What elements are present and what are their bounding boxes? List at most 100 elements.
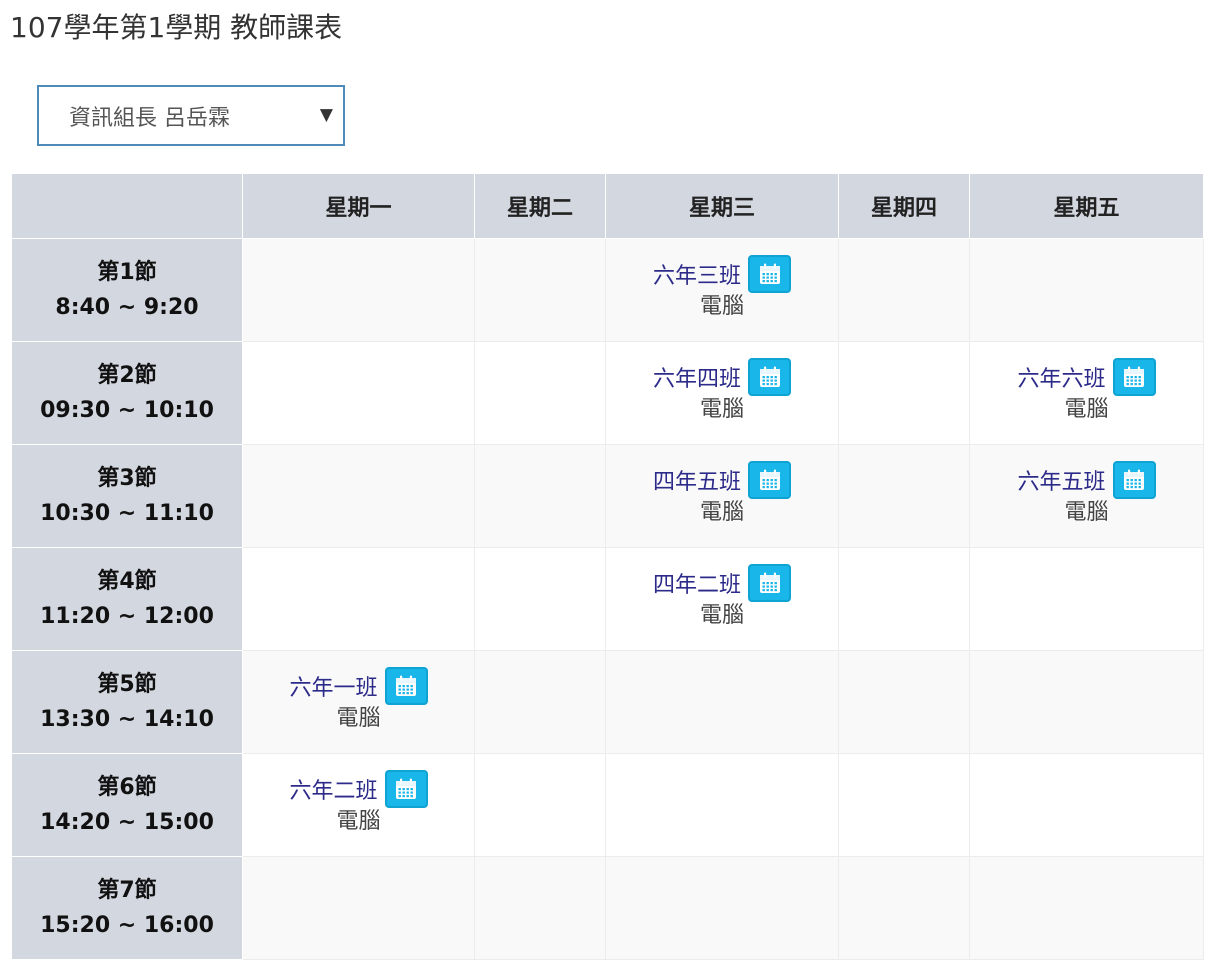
schedule-cell: 六年五班電腦 [969,444,1204,548]
schedule-cell: 六年一班電腦 [242,650,475,754]
schedule-cell: 四年五班電腦 [605,444,839,548]
schedule-cell [838,341,970,445]
schedule-cell [838,547,970,651]
calendar-icon[interactable] [748,461,791,499]
period-name: 第7節 [97,878,157,903]
page-title: 107學年第1學期 教師課表 [10,11,343,44]
class-link[interactable]: 六年五班 [1017,464,1105,496]
schedule-cell [838,856,970,960]
period-time: 10:30 ~ 11:10 [40,501,214,526]
period-label: 第2節 09:30 ~ 10:10 [11,341,243,445]
schedule-cell [242,547,475,651]
period-time: 11:20 ~ 12:00 [40,604,214,629]
subject-label: 電腦 [699,397,744,422]
period-name: 第1節 [97,260,157,285]
class-link[interactable]: 四年五班 [653,464,741,496]
schedule-cell: 六年三班 電腦 [605,238,839,342]
schedule-cell [838,238,970,342]
period-label: 第7節 15:20 ~ 16:00 [11,856,243,960]
period-label: 第3節 10:30 ~ 11:10 [11,444,243,548]
schedule-cell [474,341,606,445]
schedule-cell [474,444,606,548]
header-day: 星期三 [605,173,839,239]
period-time: 8:40 ~ 9:20 [55,295,199,320]
schedule-cell [838,753,970,857]
subject-label: 電腦 [699,603,744,628]
schedule-cell: 六年二班電腦 [242,753,475,857]
subject-label: 電腦 [336,706,381,731]
schedule-cell [474,650,606,754]
chevron-down-icon: ▼ [319,105,333,125]
subject-label: 電腦 [1064,397,1109,422]
class-link[interactable]: 六年四班 [653,361,741,393]
schedule-cell: 六年四班電腦 [605,341,839,445]
class-link[interactable]: 六年二班 [289,773,377,805]
period-time: 14:20 ~ 15:00 [40,810,214,835]
calendar-icon[interactable] [384,770,428,808]
calendar-icon[interactable] [748,255,791,293]
class-entry: 四年二班電腦 [653,564,791,630]
teacher-select[interactable]: 資訊組長 呂岳霖 ▼ [37,85,345,146]
period-time: 15:20 ~ 16:00 [40,913,214,938]
schedule-table: 星期一 星期二 星期三 星期四 星期五 第1節 8:40 ~ 9:20 六年三班 電腦… [11,173,1204,960]
schedule-header-row: 星期一 星期二 星期三 星期四 星期五 [11,173,1204,239]
calendar-icon[interactable] [1112,461,1156,499]
class-link[interactable]: 六年一班 [289,670,377,702]
class-entry: 六年三班 電腦 [653,255,791,321]
subject-label: 電腦 [1064,500,1109,525]
schedule-cell [838,650,970,754]
calendar-icon[interactable] [384,667,428,705]
schedule-cell [838,444,970,548]
period-time: 09:30 ~ 10:10 [40,398,214,423]
period-name: 第6節 [97,775,157,800]
header-day: 星期五 [969,173,1204,239]
schedule-cell [969,547,1204,651]
class-link[interactable]: 六年六班 [1017,361,1105,393]
class-link[interactable]: 六年三班 [653,258,741,290]
calendar-icon[interactable] [748,564,791,602]
header-day: 星期二 [474,173,606,239]
schedule-cell [474,753,606,857]
schedule-cell [969,238,1204,342]
class-link[interactable]: 四年二班 [653,567,741,599]
class-entry: 六年六班電腦 [1017,358,1156,424]
period-label: 第5節 13:30 ~ 14:10 [11,650,243,754]
schedule-cell [605,856,839,960]
schedule-cell [969,856,1204,960]
schedule-cell [969,753,1204,857]
subject-label: 電腦 [336,809,381,834]
header-day: 星期一 [242,173,475,239]
table-row: 第5節 13:30 ~ 14:10 六年一班電腦 [11,650,1204,754]
class-entry: 六年五班電腦 [1017,461,1156,527]
period-label: 第1節 8:40 ~ 9:20 [11,238,243,342]
class-entry: 六年四班電腦 [653,358,791,424]
schedule-cell [242,444,475,548]
teacher-select-value: 資訊組長 呂岳霖 [69,105,230,131]
schedule-cell: 六年六班電腦 [969,341,1204,445]
schedule-cell [605,650,839,754]
header-day: 星期四 [838,173,970,239]
calendar-icon[interactable] [748,358,791,396]
header-corner [11,173,243,239]
schedule-cell [969,650,1204,754]
table-row: 第6節 14:20 ~ 15:00 六年二班電腦 [11,753,1204,857]
period-name: 第3節 [97,466,157,491]
table-row: 第1節 8:40 ~ 9:20 六年三班 電腦 [11,238,1204,342]
table-row: 第3節 10:30 ~ 11:10 四年五班 電腦 六年五班 電腦 [11,444,1204,548]
period-name: 第2節 [97,363,157,388]
period-label: 第6節 14:20 ~ 15:00 [11,753,243,857]
schedule-cell [474,238,606,342]
schedule-cell: 四年二班電腦 [605,547,839,651]
calendar-icon[interactable] [1112,358,1156,396]
table-row: 第7節 15:20 ~ 16:00 [11,856,1204,960]
schedule-cell [605,753,839,857]
schedule-cell [474,547,606,651]
class-entry: 六年一班電腦 [289,667,428,733]
schedule-cell [242,238,475,342]
class-entry: 四年五班電腦 [653,461,791,527]
period-label: 第4節 11:20 ~ 12:00 [11,547,243,651]
period-name: 第4節 [97,569,157,594]
subject-label: 電腦 [699,500,744,525]
schedule-cell [242,341,475,445]
table-row: 第4節 11:20 ~ 12:00 四年二班電腦 [11,547,1204,651]
